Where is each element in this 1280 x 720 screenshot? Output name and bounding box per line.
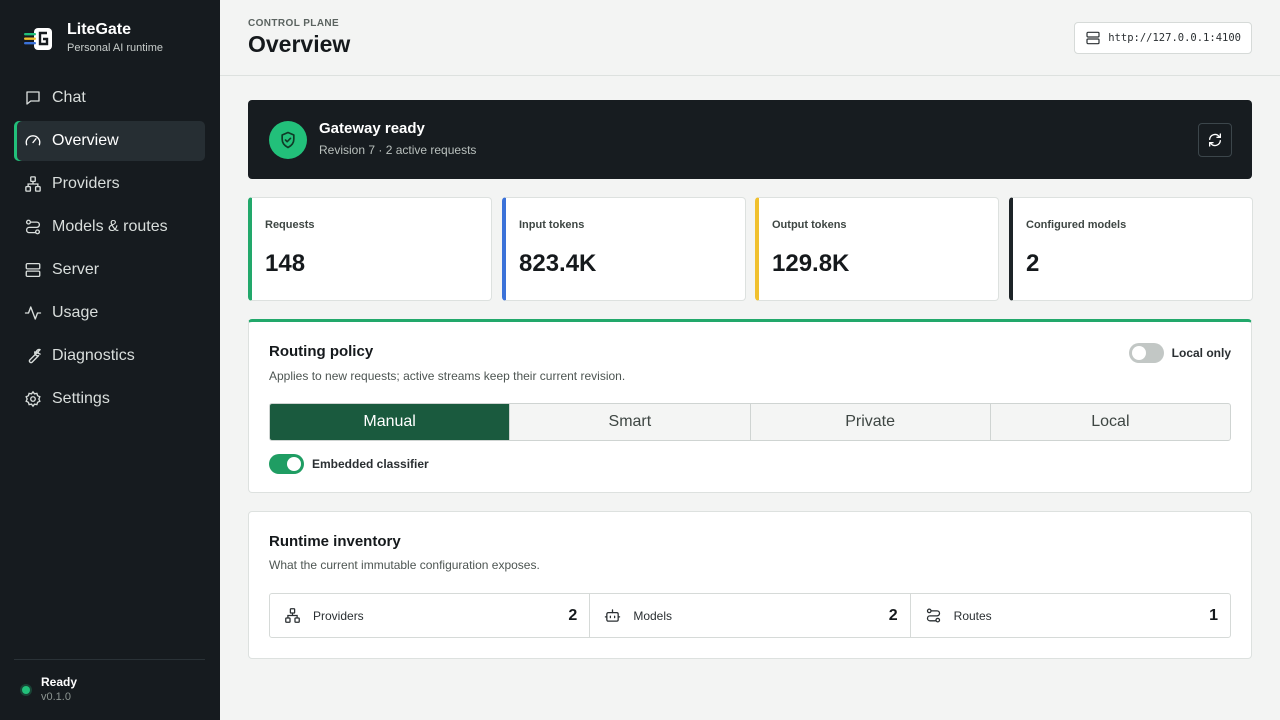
inventory-subtitle: What the current immutable configuration… [269, 558, 540, 572]
stat-label: Input tokens [519, 219, 585, 231]
local-only-switch[interactable] [1128, 343, 1164, 363]
gauge-icon [25, 135, 41, 146]
brand[interactable]: LiteGate Personal AI runtime [22, 20, 163, 56]
mode-manual[interactable]: Manual [270, 404, 511, 440]
stat-label: Requests [265, 219, 315, 231]
sidebar-item-providers[interactable]: Providers [14, 164, 205, 204]
sidebar-item-overview[interactable]: Overview [14, 121, 205, 161]
switch-knob [1131, 346, 1146, 360]
sidebar-item-diagnostics[interactable]: Diagnostics [14, 336, 205, 376]
server-url[interactable]: http://127.0.0.1:4100 [1074, 22, 1252, 54]
routing-mode-selector: Manual Smart Private Local [269, 403, 1231, 441]
inventory-count: 1 [1209, 606, 1218, 624]
inventory-count: 2 [568, 606, 578, 624]
inventory-label: Routes [953, 608, 992, 623]
routing-policy-subtitle: Applies to new requests; active streams … [269, 369, 626, 383]
runtime-status: Ready v0.1.0 [14, 659, 205, 705]
status-text: Ready [41, 675, 78, 689]
sidebar-item-label: Diagnostics [52, 347, 135, 364]
shield-check-icon [269, 121, 307, 159]
chat-icon [26, 91, 40, 105]
server-icon [1086, 31, 1100, 45]
sidebar-item-usage[interactable]: Usage [14, 293, 205, 333]
sidebar-item-label: Providers [52, 175, 120, 192]
stat-value: 148 [265, 250, 306, 277]
page-header: CONTROL PLANE Overview http://127.0.0.1:… [220, 0, 1280, 76]
stat-value: 2 [1026, 250, 1040, 277]
server-icon [25, 262, 41, 278]
classifier-label: Embedded classifier [312, 457, 429, 471]
sidebar-item-chat[interactable]: Chat [14, 78, 205, 118]
bot-icon [605, 609, 621, 622]
mode-private[interactable]: Private [751, 404, 991, 440]
stat-card-input-tokens: Input tokens 823.4K [502, 197, 746, 301]
classifier-switch[interactable] [269, 454, 304, 474]
routing-policy-card: Routing policy Applies to new requests; … [248, 319, 1252, 493]
stat-label: Configured models [1026, 219, 1127, 231]
inventory-routes[interactable]: Routes 1 [911, 594, 1230, 637]
inventory-label: Providers [313, 608, 364, 623]
gateway-status-banner: Gateway ready Revision 7 · 2 active requ… [248, 100, 1252, 179]
sidebar-item-label: Settings [52, 390, 110, 407]
refresh-icon [1209, 133, 1221, 147]
wrench-icon [28, 348, 41, 364]
sidebar-item-label: Models & routes [52, 218, 168, 235]
page-title: Overview [248, 31, 351, 57]
stat-label: Output tokens [772, 219, 847, 231]
stat-value: 129.8K [772, 250, 850, 277]
route-icon [926, 608, 940, 623]
inventory-count: 2 [888, 606, 898, 624]
embedded-classifier-toggle[interactable]: Embedded classifier [269, 454, 429, 474]
route-icon [25, 219, 41, 235]
sidebar-item-models-routes[interactable]: Models & routes [14, 207, 205, 247]
mode-smart[interactable]: Smart [510, 404, 751, 440]
sidebar-item-label: Server [52, 261, 100, 278]
stat-value: 823.4K [519, 250, 597, 277]
network-icon [285, 608, 300, 623]
gateway-title: Gateway ready [319, 120, 425, 137]
local-only-label: Local only [1171, 346, 1231, 360]
brand-name: LiteGate [67, 21, 132, 38]
stat-card-requests: Requests 148 [248, 197, 492, 301]
sidebar-item-server[interactable]: Server [14, 250, 205, 290]
inventory-title: Runtime inventory [269, 533, 401, 550]
litegate-logo-icon [24, 28, 52, 50]
server-url-text: http://127.0.0.1:4100 [1108, 32, 1241, 44]
routing-policy-title: Routing policy [269, 343, 374, 360]
sidebar: LiteGate Personal AI runtime Chat Overvi… [0, 0, 220, 720]
switch-knob [287, 457, 301, 471]
runtime-inventory-card: Runtime inventory What the current immut… [248, 511, 1252, 659]
stat-card-output-tokens: Output tokens 129.8K [755, 197, 999, 301]
sidebar-item-label: Overview [52, 132, 119, 149]
sidebar-item-settings[interactable]: Settings [14, 379, 205, 419]
gear-icon [25, 390, 41, 408]
sidebar-item-label: Chat [52, 89, 86, 106]
brand-tagline: Personal AI runtime [67, 42, 163, 54]
local-only-toggle[interactable]: Local only [1128, 343, 1231, 363]
sidebar-item-label: Usage [52, 304, 99, 321]
stat-card-configured-models: Configured models 2 [1009, 197, 1253, 301]
refresh-button[interactable] [1198, 123, 1232, 157]
inventory-providers[interactable]: Providers 2 [270, 594, 591, 637]
inventory-grid: Providers 2 Models 2 Routes 1 [269, 593, 1231, 638]
version-text: v0.1.0 [41, 691, 71, 703]
sidebar-nav: Chat Overview Providers Models & routes … [14, 78, 205, 422]
inventory-label: Models [633, 608, 673, 623]
inventory-models[interactable]: Models 2 [590, 594, 911, 637]
mode-local[interactable]: Local [991, 404, 1230, 440]
page-eyebrow: CONTROL PLANE [248, 18, 340, 29]
gateway-subtitle: Revision 7 · 2 active requests [319, 143, 477, 157]
activity-icon [24, 306, 42, 320]
status-indicator-icon [22, 686, 30, 694]
network-icon [25, 176, 41, 192]
